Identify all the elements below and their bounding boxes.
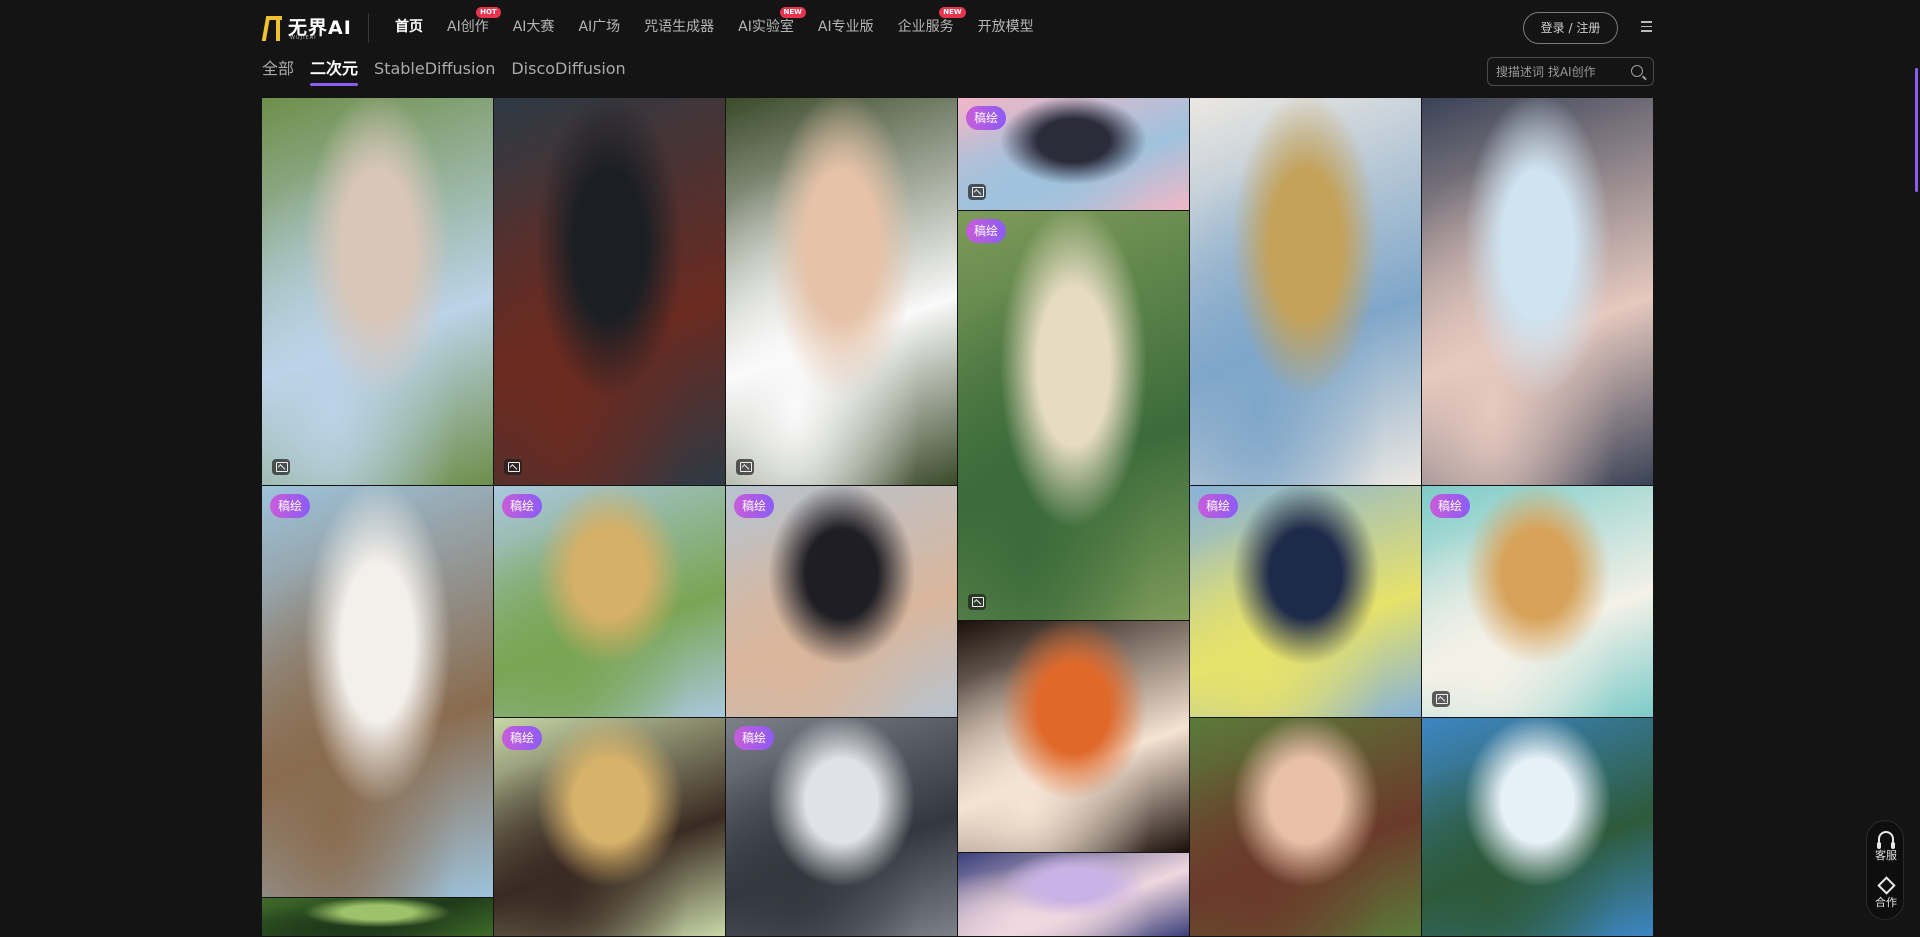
card-tag: 稿绘 [1198, 494, 1239, 518]
nav-item-label: AI创作 [447, 19, 489, 35]
nav-item-label: AI广场 [578, 19, 621, 35]
image-icon [968, 594, 986, 610]
nav-item-3[interactable]: AI广场 [578, 17, 620, 37]
gallery-card[interactable] [1190, 98, 1421, 485]
artwork-image [958, 853, 1189, 936]
category-tabs: 全部 二次元 StableDiffusion DiscoDiffusion [262, 58, 642, 86]
gallery-card[interactable]: 稿绘 [1190, 486, 1421, 717]
gallery-card[interactable] [958, 621, 1189, 852]
gallery-card[interactable]: 稿绘 [958, 211, 1189, 620]
artwork-image [726, 98, 957, 485]
gallery-card[interactable]: 稿绘 [262, 486, 493, 897]
image-icon [272, 459, 290, 475]
search-box[interactable] [1487, 57, 1654, 86]
tab-0[interactable]: 全部 [262, 58, 294, 86]
nav-item-0[interactable]: 首页 [395, 17, 423, 37]
nav-item-label: 开放模型 [977, 19, 1034, 35]
gallery-card[interactable] [1422, 718, 1653, 936]
tab-3[interactable]: DiscoDiffusion [511, 58, 625, 86]
card-tag: 稿绘 [270, 494, 311, 518]
gallery-card[interactable]: 稿绘 [1422, 486, 1653, 717]
cooperation-button[interactable]: 合作 [1867, 876, 1905, 910]
gallery-card[interactable]: 稿绘 [494, 718, 725, 936]
nav-item-label: AI实验室 [738, 19, 794, 35]
artwork-image [1422, 98, 1653, 485]
menu-icon[interactable] [1641, 21, 1652, 32]
gallery-card[interactable] [958, 853, 1189, 936]
customer-service-label: 客服 [1875, 849, 1897, 862]
header-divider [368, 13, 369, 43]
gallery-card[interactable] [1190, 718, 1421, 936]
nav-item-label: 首页 [395, 19, 423, 35]
nav-item-1[interactable]: AI创作 HOT [447, 7, 501, 37]
nav-item-2[interactable]: AI大赛 [513, 17, 555, 37]
artwork-image [262, 98, 493, 485]
card-tag: 稿绘 [734, 494, 775, 518]
nav-item-label: 咒语生成器 [644, 19, 715, 35]
artwork-image [1190, 486, 1421, 717]
gallery-card[interactable] [262, 898, 493, 936]
artwork-image [726, 486, 957, 717]
diamond-icon [1876, 876, 1896, 895]
nav-item-5[interactable]: AI实验室 NEW [738, 7, 806, 37]
artwork-image [262, 898, 493, 936]
artwork-image [958, 211, 1189, 620]
artwork-gallery: 稿绘 稿绘 稿绘 稿绘 稿绘 稿绘 稿绘 稿绘 稿绘 [262, 98, 1654, 937]
card-tag: 稿绘 [1430, 494, 1471, 518]
artwork-image [958, 621, 1189, 852]
logo-icon [262, 13, 284, 43]
card-tag: 稿绘 [502, 494, 543, 518]
nav-item-8[interactable]: 开放模型 [978, 17, 1034, 37]
tab-1[interactable]: 二次元 [310, 58, 359, 86]
gallery-card[interactable] [1422, 98, 1653, 485]
tab-2[interactable]: StableDiffusion [374, 58, 495, 86]
gallery-card[interactable]: 稿绘 [726, 486, 957, 717]
nav-badge: HOT [476, 7, 501, 18]
artwork-image [1190, 718, 1421, 936]
brand-tagline: WUJIEAI [290, 35, 317, 41]
nav-item-7[interactable]: 企业服务 NEW [897, 7, 966, 37]
card-tag: 稿绘 [966, 219, 1007, 243]
image-icon [1432, 691, 1450, 707]
artwork-image [494, 486, 725, 717]
nav-item-label: AI大赛 [512, 19, 555, 35]
brand-logo[interactable]: 无界AI WUJIEAI [262, 12, 352, 44]
nav-badge: NEW [939, 7, 966, 18]
card-tag: 稿绘 [734, 726, 775, 750]
image-icon [504, 459, 522, 475]
login-register-button[interactable]: 登录 / 注册 [1523, 12, 1618, 44]
gallery-card[interactable] [726, 98, 957, 485]
nav-item-4[interactable]: 咒语生成器 [644, 17, 714, 37]
main-nav: 首页 AI创作 HOT AI大赛 AI广场 咒语生成器 AI实验室 NEW AI专业版 企业服务 N… [395, 7, 1058, 37]
customer-service-button[interactable]: 客服 [1867, 831, 1905, 863]
nav-item-label: 企业服务 [897, 19, 954, 35]
artwork-image [262, 486, 493, 897]
gallery-card[interactable]: 稿绘 [726, 718, 957, 936]
search-icon[interactable] [1631, 65, 1643, 77]
gallery-card[interactable]: 稿绘 [958, 98, 1189, 210]
gallery-card[interactable] [494, 98, 725, 485]
cooperation-label: 合作 [1875, 896, 1897, 909]
artwork-image [494, 718, 725, 936]
artwork-image [726, 718, 957, 936]
scrollbar-thumb[interactable] [1915, 68, 1918, 192]
gallery-card[interactable]: 稿绘 [494, 486, 725, 717]
artwork-image [1422, 486, 1653, 717]
artwork-image [1190, 98, 1421, 485]
floating-support-panel: 客服 合作 [1866, 820, 1904, 920]
artwork-image [1422, 718, 1653, 936]
image-icon [968, 184, 986, 200]
headset-icon [1877, 831, 1895, 849]
nav-item-label: AI专业版 [817, 19, 874, 35]
nav-item-6[interactable]: AI专业版 [818, 17, 874, 37]
card-tag: 稿绘 [502, 726, 543, 750]
search-input[interactable] [1496, 63, 1626, 81]
nav-badge: NEW [779, 7, 806, 18]
artwork-image [494, 98, 725, 485]
gallery-card[interactable] [262, 98, 493, 485]
image-icon [736, 459, 754, 475]
card-tag: 稿绘 [966, 106, 1007, 130]
top-header: 无界AI WUJIEAI 首页 AI创作 HOT AI大赛 AI广场 咒语生成器 AI实验室… [0, 0, 1920, 54]
